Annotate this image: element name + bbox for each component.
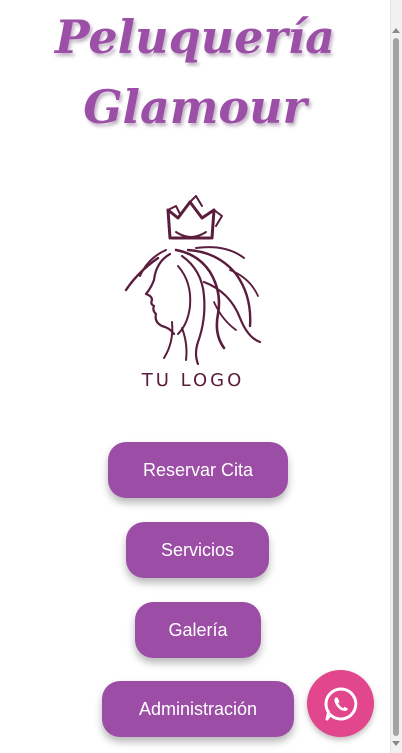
crowned-woman-profile-icon xyxy=(124,195,262,366)
galeria-button[interactable]: Galería xyxy=(135,602,261,658)
whatsapp-button[interactable] xyxy=(307,670,374,737)
reservar-cita-button[interactable]: Reservar Cita xyxy=(108,442,288,498)
logo-text: TU LOGO xyxy=(141,370,245,391)
scroll-down-arrow-icon[interactable] xyxy=(392,741,400,746)
scroll-up-arrow-icon[interactable] xyxy=(392,28,400,33)
servicios-button[interactable]: Servicios xyxy=(126,522,269,578)
whatsapp-icon xyxy=(324,687,357,720)
page-title-line1: Peluquería xyxy=(55,10,335,64)
administracion-button[interactable]: Administración xyxy=(102,681,294,737)
landing-page: Peluquería Glamour TU LOGO Reservar Cita… xyxy=(0,0,390,753)
page-title-line2: Glamour xyxy=(83,80,307,134)
scrollbar-thumb[interactable] xyxy=(393,38,399,736)
